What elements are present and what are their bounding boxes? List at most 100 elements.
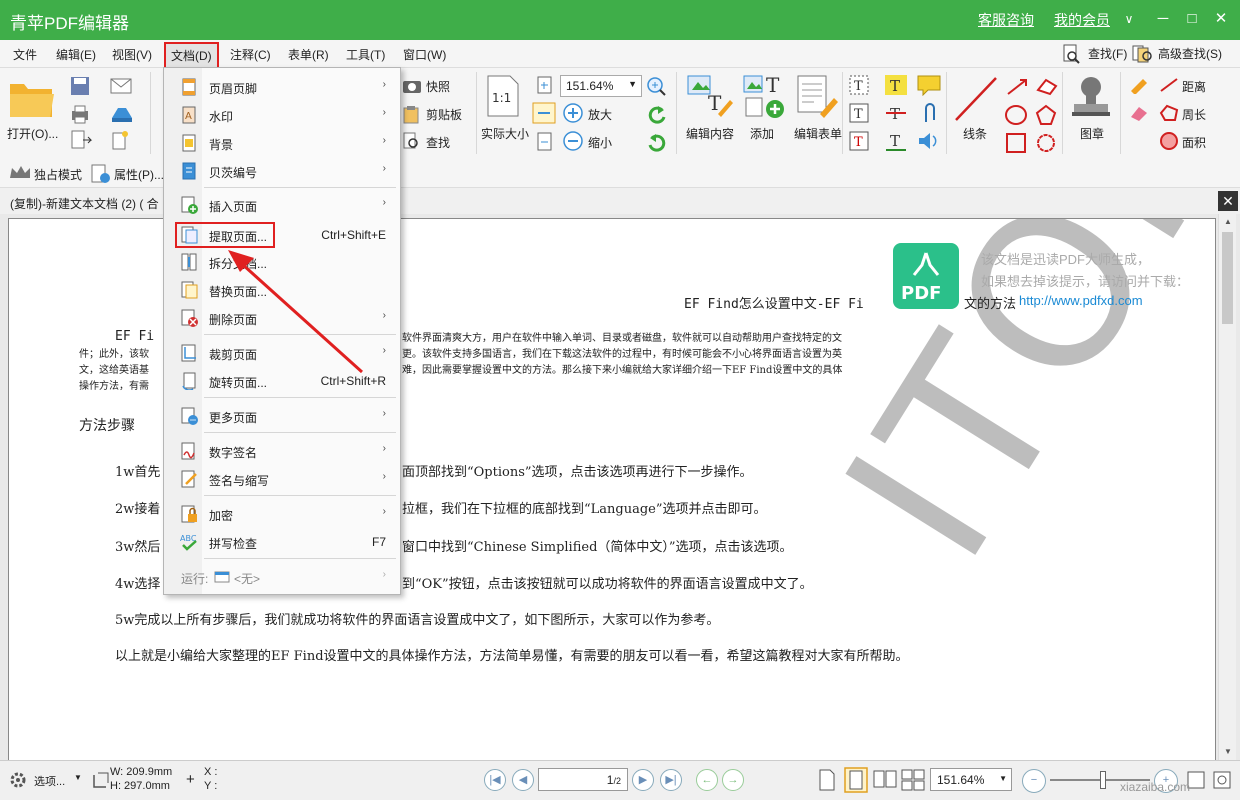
zoom-out-icon[interactable]	[562, 130, 584, 152]
continuous-page-icon[interactable]	[844, 767, 868, 793]
menu-tools[interactable]: 工具(T)	[346, 46, 385, 63]
find-label[interactable]: 查找	[426, 134, 450, 151]
menu-sign-initials[interactable]: 签名与缩写 ›	[164, 465, 400, 493]
last-page-button[interactable]: ▶|	[660, 769, 682, 791]
search-button[interactable]: 查找(F)	[1088, 45, 1127, 62]
area-label[interactable]: 面积	[1182, 134, 1206, 151]
polygon-icon[interactable]	[1034, 104, 1060, 126]
advanced-search-button[interactable]: 高级查找(S)	[1158, 45, 1222, 62]
export-icon[interactable]	[70, 130, 96, 150]
menu-encrypt[interactable]: 加密 ›	[164, 500, 400, 528]
callout-icon[interactable]: T	[848, 130, 870, 152]
forward-view-button[interactable]: →	[722, 769, 744, 791]
lines-label[interactable]: 线条	[963, 125, 987, 142]
menu-bates-numbering[interactable]: 贝茨编号 ›	[164, 157, 400, 185]
zoom-tool-icon[interactable]	[646, 76, 668, 96]
menu-insert-pages[interactable]: 插入页面 ›	[164, 191, 400, 219]
attachment-icon[interactable]	[918, 102, 940, 124]
menu-more-pages[interactable]: 更多页面 ›	[164, 402, 400, 430]
scroll-down-icon[interactable]: ▼	[1219, 744, 1237, 760]
continuous-facing-icon[interactable]	[900, 769, 926, 791]
status-zoom-combo[interactable]: 151.64% ▼	[930, 768, 1012, 791]
prev-page-button[interactable]: ◀	[512, 769, 534, 791]
menu-file[interactable]: 文件	[13, 46, 37, 63]
gear-icon[interactable]	[8, 770, 28, 790]
cloud-drive-icon[interactable]	[110, 104, 140, 124]
cloud-shape-icon[interactable]	[1034, 132, 1060, 154]
scroll-thumb[interactable]	[1222, 232, 1233, 324]
options-dropdown-icon[interactable]: ▼	[74, 773, 82, 782]
snapshot-icon[interactable]	[402, 78, 422, 94]
stamp-label[interactable]: 图章	[1080, 125, 1104, 142]
perimeter-icon[interactable]	[1158, 104, 1180, 122]
menu-view[interactable]: 视图(V)	[112, 46, 152, 63]
underline-icon[interactable]: T	[884, 130, 908, 152]
window-menu-button[interactable]: ∨	[1118, 8, 1140, 30]
back-view-button[interactable]: ←	[696, 769, 718, 791]
distance-icon[interactable]	[1158, 76, 1180, 94]
menu-run[interactable]: 运行: <无> ›	[164, 563, 400, 591]
snapshot-label[interactable]: 快照	[426, 78, 450, 95]
open-label[interactable]: 打开(O)...	[7, 125, 58, 142]
new-doc-icon[interactable]	[110, 130, 136, 150]
comment-icon[interactable]	[916, 74, 942, 96]
sound-icon[interactable]	[916, 130, 942, 152]
vertical-scrollbar[interactable]: ▲ ▼	[1218, 214, 1236, 760]
first-page-button[interactable]: |◀	[484, 769, 506, 791]
zoom-fit-icon[interactable]	[1212, 770, 1232, 790]
perimeter-label[interactable]: 周长	[1182, 106, 1206, 123]
toolbar-zoom-combo[interactable]: 151.64% ▼	[560, 75, 642, 97]
menu-watermark[interactable]: A 水印 ›	[164, 101, 400, 129]
options-button[interactable]: 选项...	[34, 773, 65, 789]
email-icon[interactable]	[110, 76, 140, 96]
edit-form-icon[interactable]	[794, 74, 840, 120]
menu-spell-check[interactable]: ABC 拼写检查 F7	[164, 528, 400, 556]
menu-header-footer[interactable]: 页眉页脚 ›	[164, 73, 400, 101]
menu-document[interactable]: 文档(D)	[164, 42, 219, 69]
actual-size-label[interactable]: 实际大小	[481, 125, 529, 142]
menu-digital-signature[interactable]: 数字签名 ›	[164, 437, 400, 465]
menu-edit[interactable]: 编辑(E)	[56, 46, 96, 63]
ellipse-icon[interactable]	[1004, 104, 1030, 126]
close-tab-button[interactable]: ✕	[1218, 191, 1238, 211]
maximize-button[interactable]: □	[1181, 8, 1203, 30]
edit-content-label[interactable]: 编辑内容	[686, 125, 734, 142]
print-icon[interactable]	[70, 104, 90, 124]
facing-pages-icon[interactable]	[872, 769, 898, 791]
menu-window[interactable]: 窗口(W)	[403, 46, 446, 63]
strikethrough-icon[interactable]: T	[884, 102, 908, 124]
scroll-up-icon[interactable]: ▲	[1219, 214, 1237, 230]
clipboard-label[interactable]: 剪贴板	[426, 106, 462, 123]
fit-width-icon[interactable]	[532, 102, 556, 124]
properties-button[interactable]: 属性(P)...	[114, 166, 164, 183]
fit-page-icon[interactable]	[536, 76, 554, 94]
find-icon[interactable]	[402, 132, 422, 150]
rectangle-icon[interactable]	[1004, 132, 1030, 154]
minimize-button[interactable]: ─	[1152, 8, 1174, 30]
line-icon[interactable]	[952, 74, 1000, 124]
zoom-in-icon[interactable]	[562, 102, 584, 124]
my-membership-link[interactable]: 我的会员	[1054, 10, 1110, 30]
clipboard-icon[interactable]	[402, 106, 422, 124]
edit-content-icon[interactable]: T	[684, 74, 734, 120]
rotate-ccw-icon[interactable]	[646, 104, 668, 124]
exclusive-mode-button[interactable]: 独占模式	[34, 166, 82, 183]
eraser-shape-icon[interactable]	[1034, 76, 1060, 98]
edit-form-label[interactable]: 编辑表单	[794, 125, 842, 142]
actual-size-icon[interactable]: 1:1	[486, 74, 520, 118]
menu-form[interactable]: 表单(R)	[288, 46, 329, 63]
next-page-button[interactable]: ▶	[632, 769, 654, 791]
zoom-out-label[interactable]: 缩小	[588, 134, 612, 151]
stamp-icon[interactable]	[1068, 74, 1114, 122]
menu-comment[interactable]: 注释(C)	[230, 46, 271, 63]
fit-visible-icon[interactable]	[536, 132, 554, 152]
distance-label[interactable]: 距离	[1182, 78, 1206, 95]
open-folder-icon[interactable]	[8, 76, 56, 120]
zoom-slider-thumb[interactable]	[1100, 771, 1106, 789]
save-icon[interactable]	[70, 76, 90, 96]
add-content-icon[interactable]: T	[742, 74, 788, 120]
customer-service-link[interactable]: 客服咨询	[978, 10, 1034, 30]
eraser-icon[interactable]	[1128, 104, 1150, 122]
pencil-icon[interactable]	[1128, 76, 1150, 94]
document-tab[interactable]: (复制)-新建文本文档 (2) ( 合	[10, 195, 159, 212]
